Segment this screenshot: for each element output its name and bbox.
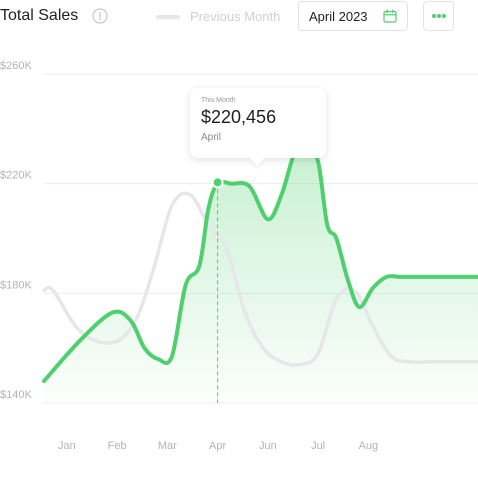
x-tick-label: Feb <box>108 440 127 452</box>
tooltip-month: April <box>201 132 222 143</box>
x-tick-label: Jan <box>58 440 76 452</box>
x-tick-label: Aug <box>359 440 379 452</box>
tooltip-caption: This Month <box>201 97 236 104</box>
sales-line-chart: $140K $180K $220K $260K Jan Feb Mar Apr Jun Jul Au… <box>0 60 478 452</box>
y-tick-label: $140K <box>0 389 32 401</box>
highlight-point[interactable] <box>213 178 222 187</box>
x-tick-label: Apr <box>209 440 226 452</box>
y-tick-label: $180K <box>0 279 32 291</box>
tooltip: This Month $220,456 April <box>190 88 326 158</box>
x-tick-label: Jul <box>311 440 325 452</box>
y-tick-label: $220K <box>0 170 32 182</box>
y-tick-label: $260K <box>0 60 32 72</box>
tooltip-value: $220,456 <box>201 107 277 127</box>
x-tick-label: Mar <box>158 440 177 452</box>
x-tick-label: Jun <box>259 440 277 452</box>
